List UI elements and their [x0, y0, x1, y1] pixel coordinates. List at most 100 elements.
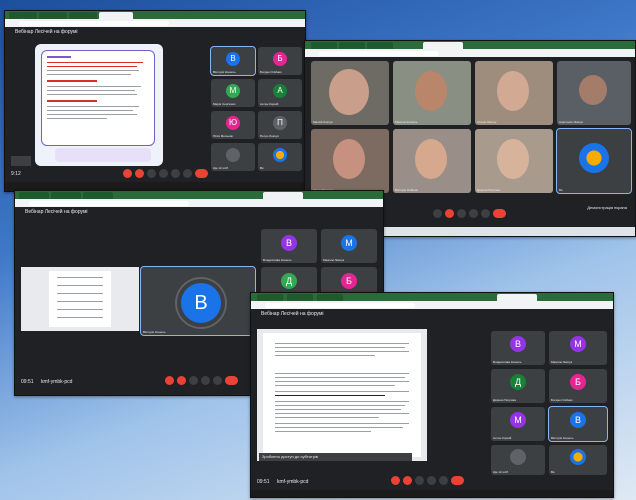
browser-tab[interactable] — [339, 42, 365, 49]
browser-tab[interactable] — [257, 294, 283, 301]
mic-button[interactable] — [123, 169, 132, 178]
camera-button[interactable] — [403, 476, 412, 485]
video-tile[interactable]: Анастасія Левчук — [557, 61, 631, 125]
mic-button[interactable] — [391, 476, 400, 485]
participant-tile-self[interactable]: Ви — [549, 445, 607, 475]
meeting-code: kmf-ymbk-pcd — [41, 379, 73, 385]
camera-button[interactable] — [177, 376, 186, 385]
participant-tile[interactable]: Ю Юлія Мельник — [211, 111, 255, 139]
video-tile[interactable]: Вікторія Олійник — [393, 129, 471, 193]
participant-avatar: П — [273, 116, 287, 130]
browser-tab-active[interactable] — [99, 12, 133, 19]
participant-name: Матвій Левчук — [313, 120, 333, 124]
present-button[interactable] — [201, 376, 210, 385]
main-speaker-tile[interactable]: В Вікторія Кошель — [140, 266, 256, 336]
browser-tab-active[interactable] — [263, 192, 303, 199]
camera-button[interactable] — [445, 209, 454, 218]
participant-tile[interactable]: Б Богдан Олійник — [258, 47, 302, 75]
browser-tab-active[interactable] — [497, 294, 537, 301]
meeting-title: Вебінар Лесічей на форумі — [25, 209, 88, 215]
captions-button[interactable] — [147, 169, 156, 178]
browser-tab[interactable] — [69, 12, 97, 19]
participant-tile[interactable]: Ще 12 осіб — [491, 445, 545, 475]
meet-title-bar: Вебінар Лесічей на форумі — [251, 309, 613, 319]
browser-tab[interactable] — [19, 192, 49, 199]
url-field[interactable] — [19, 21, 169, 26]
raise-hand-button[interactable] — [159, 169, 168, 178]
shared-document — [257, 329, 427, 461]
participant-tile[interactable]: А Антон Корній — [258, 79, 302, 107]
browser-tab[interactable] — [51, 192, 81, 199]
address-bar — [5, 19, 305, 27]
more-options-button[interactable] — [213, 376, 222, 385]
raise-hand-button[interactable] — [469, 209, 478, 218]
participant-tile[interactable]: Д Дарина Петрова — [491, 369, 545, 403]
url-field[interactable] — [319, 51, 439, 56]
participant-tile[interactable]: М Марія Сергієнко — [211, 79, 255, 107]
present-button[interactable] — [427, 476, 436, 485]
mic-button[interactable] — [433, 209, 442, 218]
participant-avatar: Д — [510, 374, 526, 390]
participant-avatar — [226, 148, 240, 162]
browser-tab[interactable] — [9, 12, 37, 19]
participant-tile[interactable]: Ще 12 осіб — [211, 143, 255, 171]
participant-tile-self[interactable]: Ви — [556, 128, 632, 194]
participant-tile[interactable]: В Владислава Кошель — [491, 331, 545, 365]
participant-tile[interactable]: В Вікторія Кошель — [210, 46, 256, 76]
participant-tile[interactable]: В Вікторія Кошель — [548, 406, 608, 442]
captions-banner[interactable]: Зроблено доступ до субтитрів — [259, 453, 412, 461]
camera-button[interactable] — [135, 169, 144, 178]
leave-call-button[interactable] — [451, 476, 464, 485]
call-controls — [165, 376, 238, 385]
video-tile[interactable]: Дарина Петрова — [475, 129, 553, 193]
url-field[interactable] — [265, 303, 415, 308]
participant-tile[interactable]: Б Богдан Олійник — [549, 369, 607, 403]
footer-label: Демонстрація екрана — [587, 205, 627, 210]
participant-name: Максим Левчук — [551, 360, 573, 364]
browser-tab[interactable] — [317, 294, 343, 301]
participant-avatar: В — [570, 412, 586, 428]
participant-tile-self[interactable]: Ви — [258, 143, 302, 171]
browser-tab[interactable] — [39, 12, 67, 19]
participant-avatar: М — [341, 235, 357, 251]
participant-tile[interactable]: В Владислава Кошель — [261, 229, 317, 263]
video-tile[interactable]: Олена Левчук — [475, 61, 553, 125]
participant-avatar: В — [281, 235, 297, 251]
browser-tab[interactable] — [311, 42, 337, 49]
browser-tab[interactable] — [287, 294, 313, 301]
leave-call-button[interactable] — [225, 376, 238, 385]
more-options-button[interactable] — [439, 476, 448, 485]
participant-tile[interactable]: М Максим Левчук — [549, 331, 607, 365]
browser-tab-active[interactable] — [423, 42, 463, 49]
participant-name: Олена Левчук — [477, 120, 497, 124]
participant-tile[interactable]: М Максим Левчук — [321, 229, 377, 263]
participant-avatar: Б — [570, 374, 586, 390]
leave-call-button[interactable] — [493, 209, 506, 218]
browser-tab[interactable] — [367, 42, 393, 49]
participant-tile[interactable]: М Антон Корній — [491, 407, 545, 441]
url-field[interactable] — [29, 201, 189, 206]
raise-hand-button[interactable] — [189, 376, 198, 385]
address-bar — [305, 49, 635, 57]
participant-tile[interactable]: П Петро Левчук — [258, 111, 302, 139]
participant-avatar: В — [226, 52, 240, 66]
participant-video — [497, 71, 529, 111]
present-button[interactable] — [481, 209, 490, 218]
leave-call-button[interactable] — [195, 169, 208, 178]
participant-name: Владислава Кошель — [263, 258, 292, 262]
os-taskbar — [251, 490, 613, 497]
browser-tab-strip — [251, 293, 613, 301]
captions-button[interactable] — [457, 209, 466, 218]
browser-tab-strip — [305, 41, 635, 49]
participant-avatar: Ю — [226, 116, 240, 130]
present-button[interactable] — [171, 169, 180, 178]
video-tile[interactable]: Максим Кошель — [393, 61, 471, 125]
meeting-clock: 9:12 — [11, 171, 21, 177]
meet-title-bar: Вебінар Лесічей на форумі — [15, 207, 383, 217]
video-tile[interactable]: Матвій Левчук — [311, 61, 389, 125]
browser-tab[interactable] — [83, 192, 113, 199]
mic-button[interactable] — [165, 376, 174, 385]
raise-hand-button[interactable] — [415, 476, 424, 485]
video-tile[interactable]: Ірина Ткаченко — [311, 129, 389, 193]
more-options-button[interactable] — [183, 169, 192, 178]
